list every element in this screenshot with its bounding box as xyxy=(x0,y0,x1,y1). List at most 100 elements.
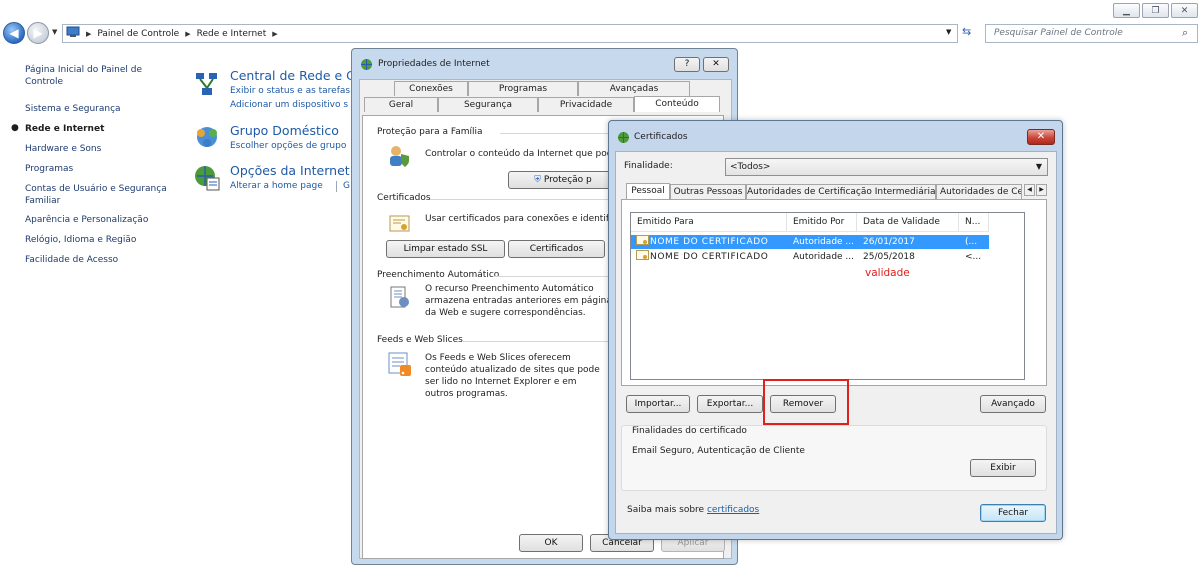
section-divider xyxy=(430,199,610,200)
certificate-purposes-group: Finalidades do certificado Email Seguro,… xyxy=(621,425,1047,491)
table-row[interactable]: NOME DO CERTIFICADO Autoridade ... 26/01… xyxy=(631,235,989,249)
nav-appearance[interactable]: Aparência e Personalização xyxy=(25,214,148,226)
column-expiry[interactable]: Data de Validade xyxy=(857,213,959,232)
nav-programs[interactable]: Programas xyxy=(25,163,73,175)
help-button[interactable]: ? xyxy=(674,57,700,72)
tab-content[interactable]: Conteúdo xyxy=(634,96,720,112)
network-center-icon xyxy=(193,70,221,98)
tab-scroll-right-icon[interactable]: ▶ xyxy=(1036,184,1047,196)
address-bar[interactable]: ▶ Painel de Controle ▶ Rede e Internet ▶ xyxy=(62,24,958,43)
tab-privacy[interactable]: Privacidade xyxy=(538,97,634,112)
purposes-text: Email Seguro, Autenticação de Cliente xyxy=(632,446,805,456)
purpose-select[interactable]: <Todos> ▼ xyxy=(725,158,1048,176)
link-truncated[interactable]: G xyxy=(343,181,350,191)
back-button[interactable]: ◀ xyxy=(3,22,25,44)
refresh-icon[interactable]: ⇆ xyxy=(962,25,971,38)
window-titlebar xyxy=(0,0,1200,22)
search-icon[interactable]: ⌕ xyxy=(1182,26,1188,40)
feeds-line-1: Os Feeds e Web Slices oferecem xyxy=(425,353,571,363)
tab-intermediate-ca[interactable]: Autoridades de Certificação Intermediári… xyxy=(746,184,936,199)
tab-programs[interactable]: Programas xyxy=(468,81,578,96)
link-add-device[interactable]: Adicionar um dispositivo s xyxy=(230,100,348,110)
nav-clock-language[interactable]: Relógio, Idioma e Região xyxy=(25,234,136,246)
close-dialog-button[interactable]: ✕ xyxy=(703,57,729,72)
certificates-title-icon xyxy=(617,131,630,147)
category-internet-options-title[interactable]: Opções da Internet xyxy=(230,163,350,178)
certificate-icon xyxy=(389,213,411,238)
link-homegroup-options[interactable]: Escolher opções de grupo xyxy=(230,141,346,151)
nav-control-panel-home[interactable]: Página Inicial do Painel de Controle xyxy=(25,64,165,88)
nav-user-accounts[interactable]: Contas de Usuário e Segurança Familiar xyxy=(25,183,175,207)
link-change-home-page[interactable]: Alterar a home page xyxy=(230,181,323,191)
close-certificates-button[interactable]: ✕ xyxy=(1027,129,1055,145)
certificates-help-link[interactable]: certificados xyxy=(707,505,759,515)
advanced-button[interactable]: Avançado xyxy=(980,395,1046,413)
nav-network-internet[interactable]: Rede e Internet xyxy=(25,123,104,135)
maximize-button[interactable]: ❐ xyxy=(1142,3,1169,18)
shield-icon: ⛨ xyxy=(534,175,541,185)
link-divider xyxy=(336,181,337,192)
ok-button[interactable]: OK xyxy=(519,534,583,552)
autocomplete-icon xyxy=(389,285,411,314)
forward-button[interactable]: ▶ xyxy=(27,22,49,44)
breadcrumb-control-panel[interactable]: Painel de Controle xyxy=(97,29,179,39)
autocomplete-heading: Preenchimento Automático xyxy=(377,270,500,280)
tab-security[interactable]: Segurança xyxy=(438,97,538,112)
control-panel-icon xyxy=(66,26,80,41)
certificates-dialog-title: Certificados xyxy=(634,132,688,142)
nav-ease-of-access[interactable]: Facilidade de Acesso xyxy=(25,254,118,266)
family-safety-button-label: Proteção p xyxy=(543,175,592,185)
search-input[interactable]: Pesquisar Painel de Controle xyxy=(985,24,1198,43)
tab-personal[interactable]: Pessoal xyxy=(626,183,670,199)
feeds-line-3: ser lido no Internet Explorer e em xyxy=(425,377,577,387)
clear-ssl-button[interactable]: Limpar estado SSL xyxy=(386,240,505,258)
learn-more-label: Saiba mais sobre xyxy=(627,505,705,515)
certificates-text: Usar certificados para conexões e identi… xyxy=(425,214,622,224)
autocomplete-line-2: armazena entradas anteriores em páginas xyxy=(425,296,617,306)
link-view-status[interactable]: Exibir o status e as tarefas d xyxy=(230,86,359,96)
family-safety-heading: Proteção para a Família xyxy=(377,127,483,137)
purpose-label: Finalidade: xyxy=(624,161,673,171)
internet-options-icon xyxy=(193,164,221,192)
category-network-center-title[interactable]: Central de Rede e Co xyxy=(230,68,363,83)
left-navigation-pane: Página Inicial do Painel de Controle Sis… xyxy=(0,45,176,573)
nav-system-security[interactable]: Sistema e Segurança xyxy=(25,103,121,115)
column-friendly-name[interactable]: N... xyxy=(959,213,989,232)
recent-pages-dropdown-icon[interactable]: ▼ xyxy=(52,28,57,36)
tab-other-people[interactable]: Outras Pessoas xyxy=(670,184,746,199)
tab-connections[interactable]: Conexões xyxy=(394,81,468,96)
export-button[interactable]: Exportar... xyxy=(697,395,763,413)
tab-scroll-left-icon[interactable]: ◀ xyxy=(1024,184,1035,196)
column-issued-by[interactable]: Emitido Por xyxy=(787,213,857,232)
feeds-line-4: outros programas. xyxy=(425,389,508,399)
section-divider xyxy=(500,133,610,134)
import-button[interactable]: Importar... xyxy=(626,395,690,413)
tab-root-ca[interactable]: Autoridades de Ce xyxy=(936,184,1022,199)
table-row[interactable]: NOME DO CERTIFICADO Autoridade ... 25/05… xyxy=(631,250,989,264)
minimize-button[interactable]: ▁ xyxy=(1113,3,1140,18)
family-safety-button[interactable]: ⛨ Proteção p xyxy=(508,171,618,189)
section-divider xyxy=(463,341,610,342)
certificates-button[interactable]: Certificados xyxy=(508,240,605,258)
close-button[interactable]: Fechar xyxy=(980,504,1046,522)
feeds-icon xyxy=(387,351,413,380)
personal-tab-panel: Emitido Para Emitido Por Data de Validad… xyxy=(621,199,1047,386)
certificates-dialog: Certificados ✕ Finalidade: <Todos> ▼ Pes… xyxy=(608,120,1063,540)
breadcrumb-network-internet[interactable]: Rede e Internet xyxy=(197,29,267,39)
nav-hardware-sound[interactable]: Hardware e Sons xyxy=(25,143,101,155)
cell-expiry: 26/01/2017 xyxy=(863,237,915,247)
address-dropdown-icon[interactable]: ▼ xyxy=(946,28,951,36)
internet-options-small-icon xyxy=(360,58,373,74)
autocomplete-line-1: O recurso Preenchimento Automático xyxy=(425,284,594,294)
view-button[interactable]: Exibir xyxy=(970,459,1036,477)
tab-advanced[interactable]: Avançadas xyxy=(578,81,690,96)
close-window-button[interactable]: ✕ xyxy=(1171,3,1198,18)
certificates-heading: Certificados xyxy=(377,193,431,203)
tab-general[interactable]: Geral xyxy=(364,97,438,112)
cell-issued-by: Autoridade ... xyxy=(793,237,855,247)
cell-issued-by: Autoridade ... xyxy=(793,252,855,262)
feeds-heading: Feeds e Web Slices xyxy=(377,335,463,345)
category-homegroup-title[interactable]: Grupo Doméstico xyxy=(230,123,339,138)
column-issued-to[interactable]: Emitido Para xyxy=(631,213,787,232)
certificates-list[interactable]: Emitido Para Emitido Por Data de Validad… xyxy=(630,212,1025,380)
